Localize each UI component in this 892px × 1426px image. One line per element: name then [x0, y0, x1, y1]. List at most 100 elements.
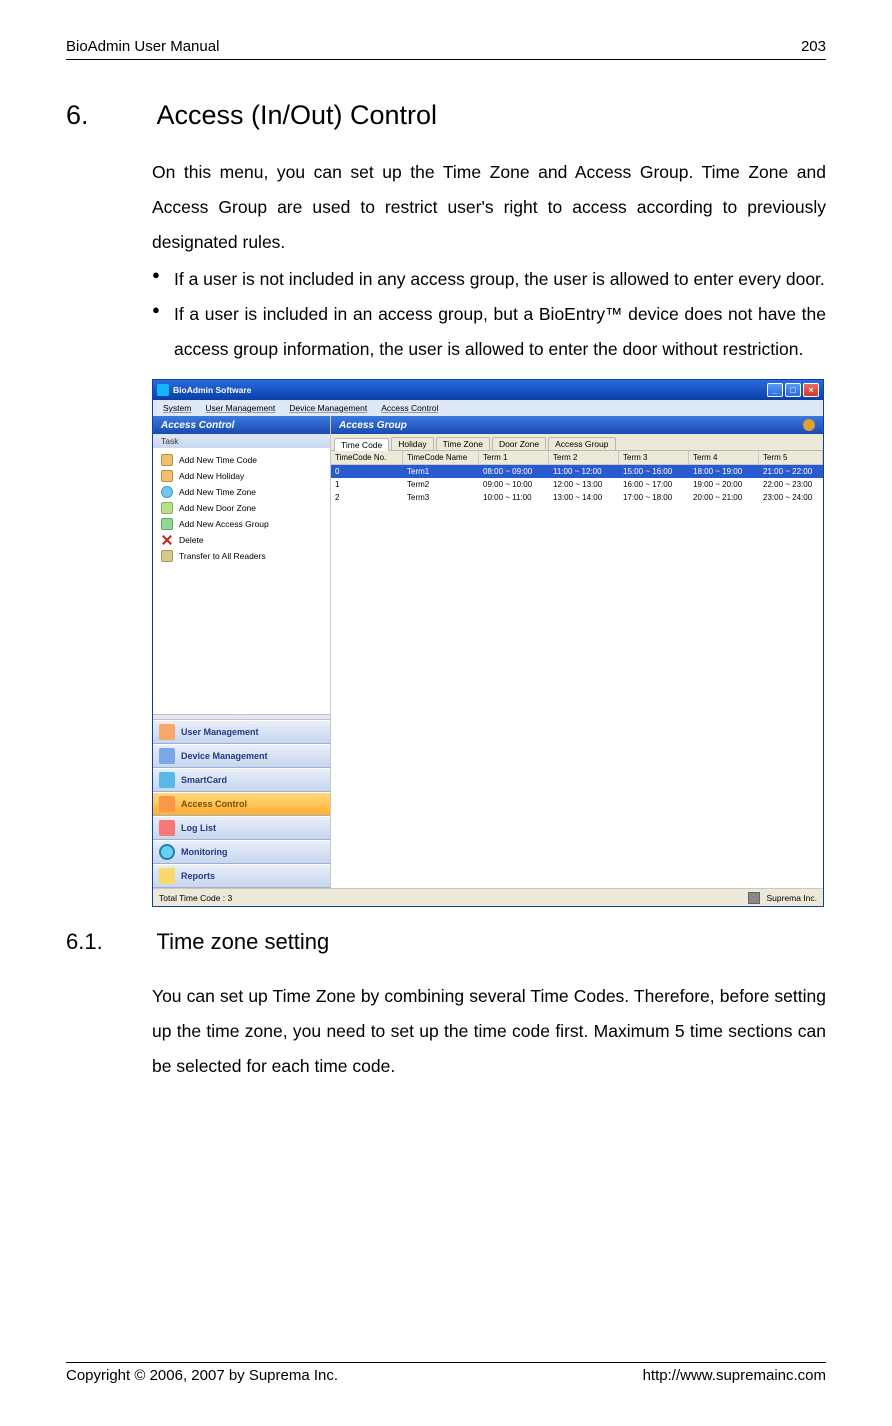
section-6-1-title: Time zone setting: [156, 929, 329, 954]
col-term-3[interactable]: Term 3: [619, 451, 689, 464]
cell: 19:00 ~ 20:00: [689, 478, 759, 491]
cell: 13:00 ~ 14:00: [549, 491, 619, 504]
door-icon: [161, 502, 173, 514]
task-add-time-code[interactable]: Add New Time Code: [157, 452, 326, 468]
menu-device-management[interactable]: Device Management: [289, 403, 367, 413]
page-header: BioAdmin User Manual 203: [66, 38, 826, 60]
section-6-title: Access (In/Out) Control: [156, 100, 437, 130]
data-grid[interactable]: TimeCode No. TimeCode Name Term 1 Term 2…: [331, 451, 823, 888]
task-add-access-group[interactable]: Add New Access Group: [157, 516, 326, 532]
task-label: Add New Time Code: [179, 455, 257, 465]
tab-strip: Time Code Holiday Time Zone Door Zone Ac…: [331, 434, 823, 451]
doc-title: BioAdmin User Manual: [66, 38, 219, 55]
task-label: Delete: [179, 535, 204, 545]
cell: Term3: [403, 491, 479, 504]
maximize-button[interactable]: □: [785, 383, 801, 397]
nav-device-management[interactable]: Device Management: [153, 744, 330, 768]
cell: Term1: [403, 465, 479, 478]
task-delete[interactable]: Delete: [157, 532, 326, 548]
cell: 08:00 ~ 09:00: [479, 465, 549, 478]
cell: 2: [331, 491, 403, 504]
cell: 22:00 ~ 23:00: [759, 478, 823, 491]
minimize-button[interactable]: _: [767, 383, 783, 397]
window-titlebar[interactable]: BioAdmin Software _ □ ×: [153, 380, 823, 400]
nav-monitoring[interactable]: Monitoring: [153, 840, 330, 864]
footer-copyright: Copyright © 2006, 2007 by Suprema Inc.: [66, 1367, 338, 1384]
nav-label: Monitoring: [181, 847, 228, 857]
table-row[interactable]: 0 Term1 08:00 ~ 09:00 11:00 ~ 12:00 15:0…: [331, 465, 823, 478]
main-header-title: Access Group: [339, 420, 407, 431]
calendar-icon: [161, 470, 173, 482]
col-term-1[interactable]: Term 1: [479, 451, 549, 464]
page-footer: Copyright © 2006, 2007 by Suprema Inc. h…: [66, 1362, 826, 1384]
calendar-icon: [161, 454, 173, 466]
group-icon: [161, 518, 173, 530]
cell: 16:00 ~ 17:00: [619, 478, 689, 491]
footer-url: http://www.supremainc.com: [643, 1367, 826, 1384]
col-term-5[interactable]: Term 5: [759, 451, 823, 464]
page-number: 203: [801, 38, 826, 55]
task-label: Add New Holiday: [179, 471, 244, 481]
cell: Term2: [403, 478, 479, 491]
col-timecode-no[interactable]: TimeCode No.: [331, 451, 403, 464]
task-add-time-zone[interactable]: Add New Time Zone: [157, 484, 326, 500]
app-icon: [157, 384, 169, 396]
table-row[interactable]: 2 Term3 10:00 ~ 11:00 13:00 ~ 14:00 17:0…: [331, 491, 823, 504]
nav-reports[interactable]: Reports: [153, 864, 330, 888]
main-pane: Access Group Time Code Holiday Time Zone…: [331, 416, 823, 888]
tab-time-zone[interactable]: Time Zone: [436, 437, 490, 450]
cell: 18:00 ~ 19:00: [689, 465, 759, 478]
task-label: Transfer to All Readers: [179, 551, 266, 561]
close-button[interactable]: ×: [803, 383, 819, 397]
cell: 21:00 ~ 22:00: [759, 465, 823, 478]
grid-header-row: TimeCode No. TimeCode Name Term 1 Term 2…: [331, 451, 823, 465]
menu-bar: System User Management Device Management…: [153, 400, 823, 416]
window-title: BioAdmin Software: [173, 385, 251, 395]
section-6-intro: On this menu, you can set up the Time Zo…: [152, 155, 826, 260]
device-icon: [159, 748, 175, 764]
cell: 09:00 ~ 10:00: [479, 478, 549, 491]
task-add-door-zone[interactable]: Add New Door Zone: [157, 500, 326, 516]
menu-access-control[interactable]: Access Control: [381, 403, 438, 413]
status-bar: Total Time Code : 3 Suprema Inc.: [153, 888, 823, 906]
section-6-1-heading: 6.1. Time zone setting: [66, 929, 826, 955]
tab-holiday[interactable]: Holiday: [391, 437, 433, 450]
nav-label: Log List: [181, 823, 216, 833]
cell: 0: [331, 465, 403, 478]
section-6-1-text: You can set up Time Zone by combining se…: [152, 979, 826, 1084]
col-term-2[interactable]: Term 2: [549, 451, 619, 464]
task-list: Add New Time Code Add New Holiday Add Ne…: [153, 448, 330, 714]
menu-system[interactable]: System: [163, 403, 191, 413]
task-transfer[interactable]: Transfer to All Readers: [157, 548, 326, 564]
task-label: Add New Time Zone: [179, 487, 256, 497]
task-label: Add New Door Zone: [179, 503, 256, 513]
nav-label: Access Control: [181, 799, 247, 809]
col-timecode-name[interactable]: TimeCode Name: [403, 451, 479, 464]
report-icon: [159, 868, 175, 884]
tab-access-group[interactable]: Access Group: [548, 437, 615, 450]
tab-door-zone[interactable]: Door Zone: [492, 437, 546, 450]
nav-log-list[interactable]: Log List: [153, 816, 330, 840]
section-6-bullet-1: If a user is not included in any access …: [152, 262, 826, 297]
transfer-icon: [161, 550, 173, 562]
nav-user-management[interactable]: User Management: [153, 720, 330, 744]
nav-smartcard[interactable]: SmartCard: [153, 768, 330, 792]
table-row[interactable]: 1 Term2 09:00 ~ 10:00 12:00 ~ 13:00 16:0…: [331, 478, 823, 491]
monitor-icon: [159, 844, 175, 860]
sidebar-header: Access Control: [153, 416, 330, 434]
task-add-holiday[interactable]: Add New Holiday: [157, 468, 326, 484]
nav-label: Reports: [181, 871, 215, 881]
log-icon: [159, 820, 175, 836]
nav-access-control[interactable]: Access Control: [153, 792, 330, 816]
card-icon: [159, 772, 175, 788]
settings-icon[interactable]: [803, 419, 815, 431]
col-term-4[interactable]: Term 4: [689, 451, 759, 464]
status-right: Suprema Inc.: [766, 893, 817, 903]
menu-user-management[interactable]: User Management: [205, 403, 275, 413]
tab-time-code[interactable]: Time Code: [334, 438, 389, 451]
user-icon: [159, 724, 175, 740]
nav-bar: User Management Device Management SmartC…: [153, 720, 330, 888]
sidebar: Access Control Task Add New Time Code Ad…: [153, 416, 331, 888]
delete-icon: [161, 534, 173, 546]
task-header: Task: [153, 434, 330, 448]
